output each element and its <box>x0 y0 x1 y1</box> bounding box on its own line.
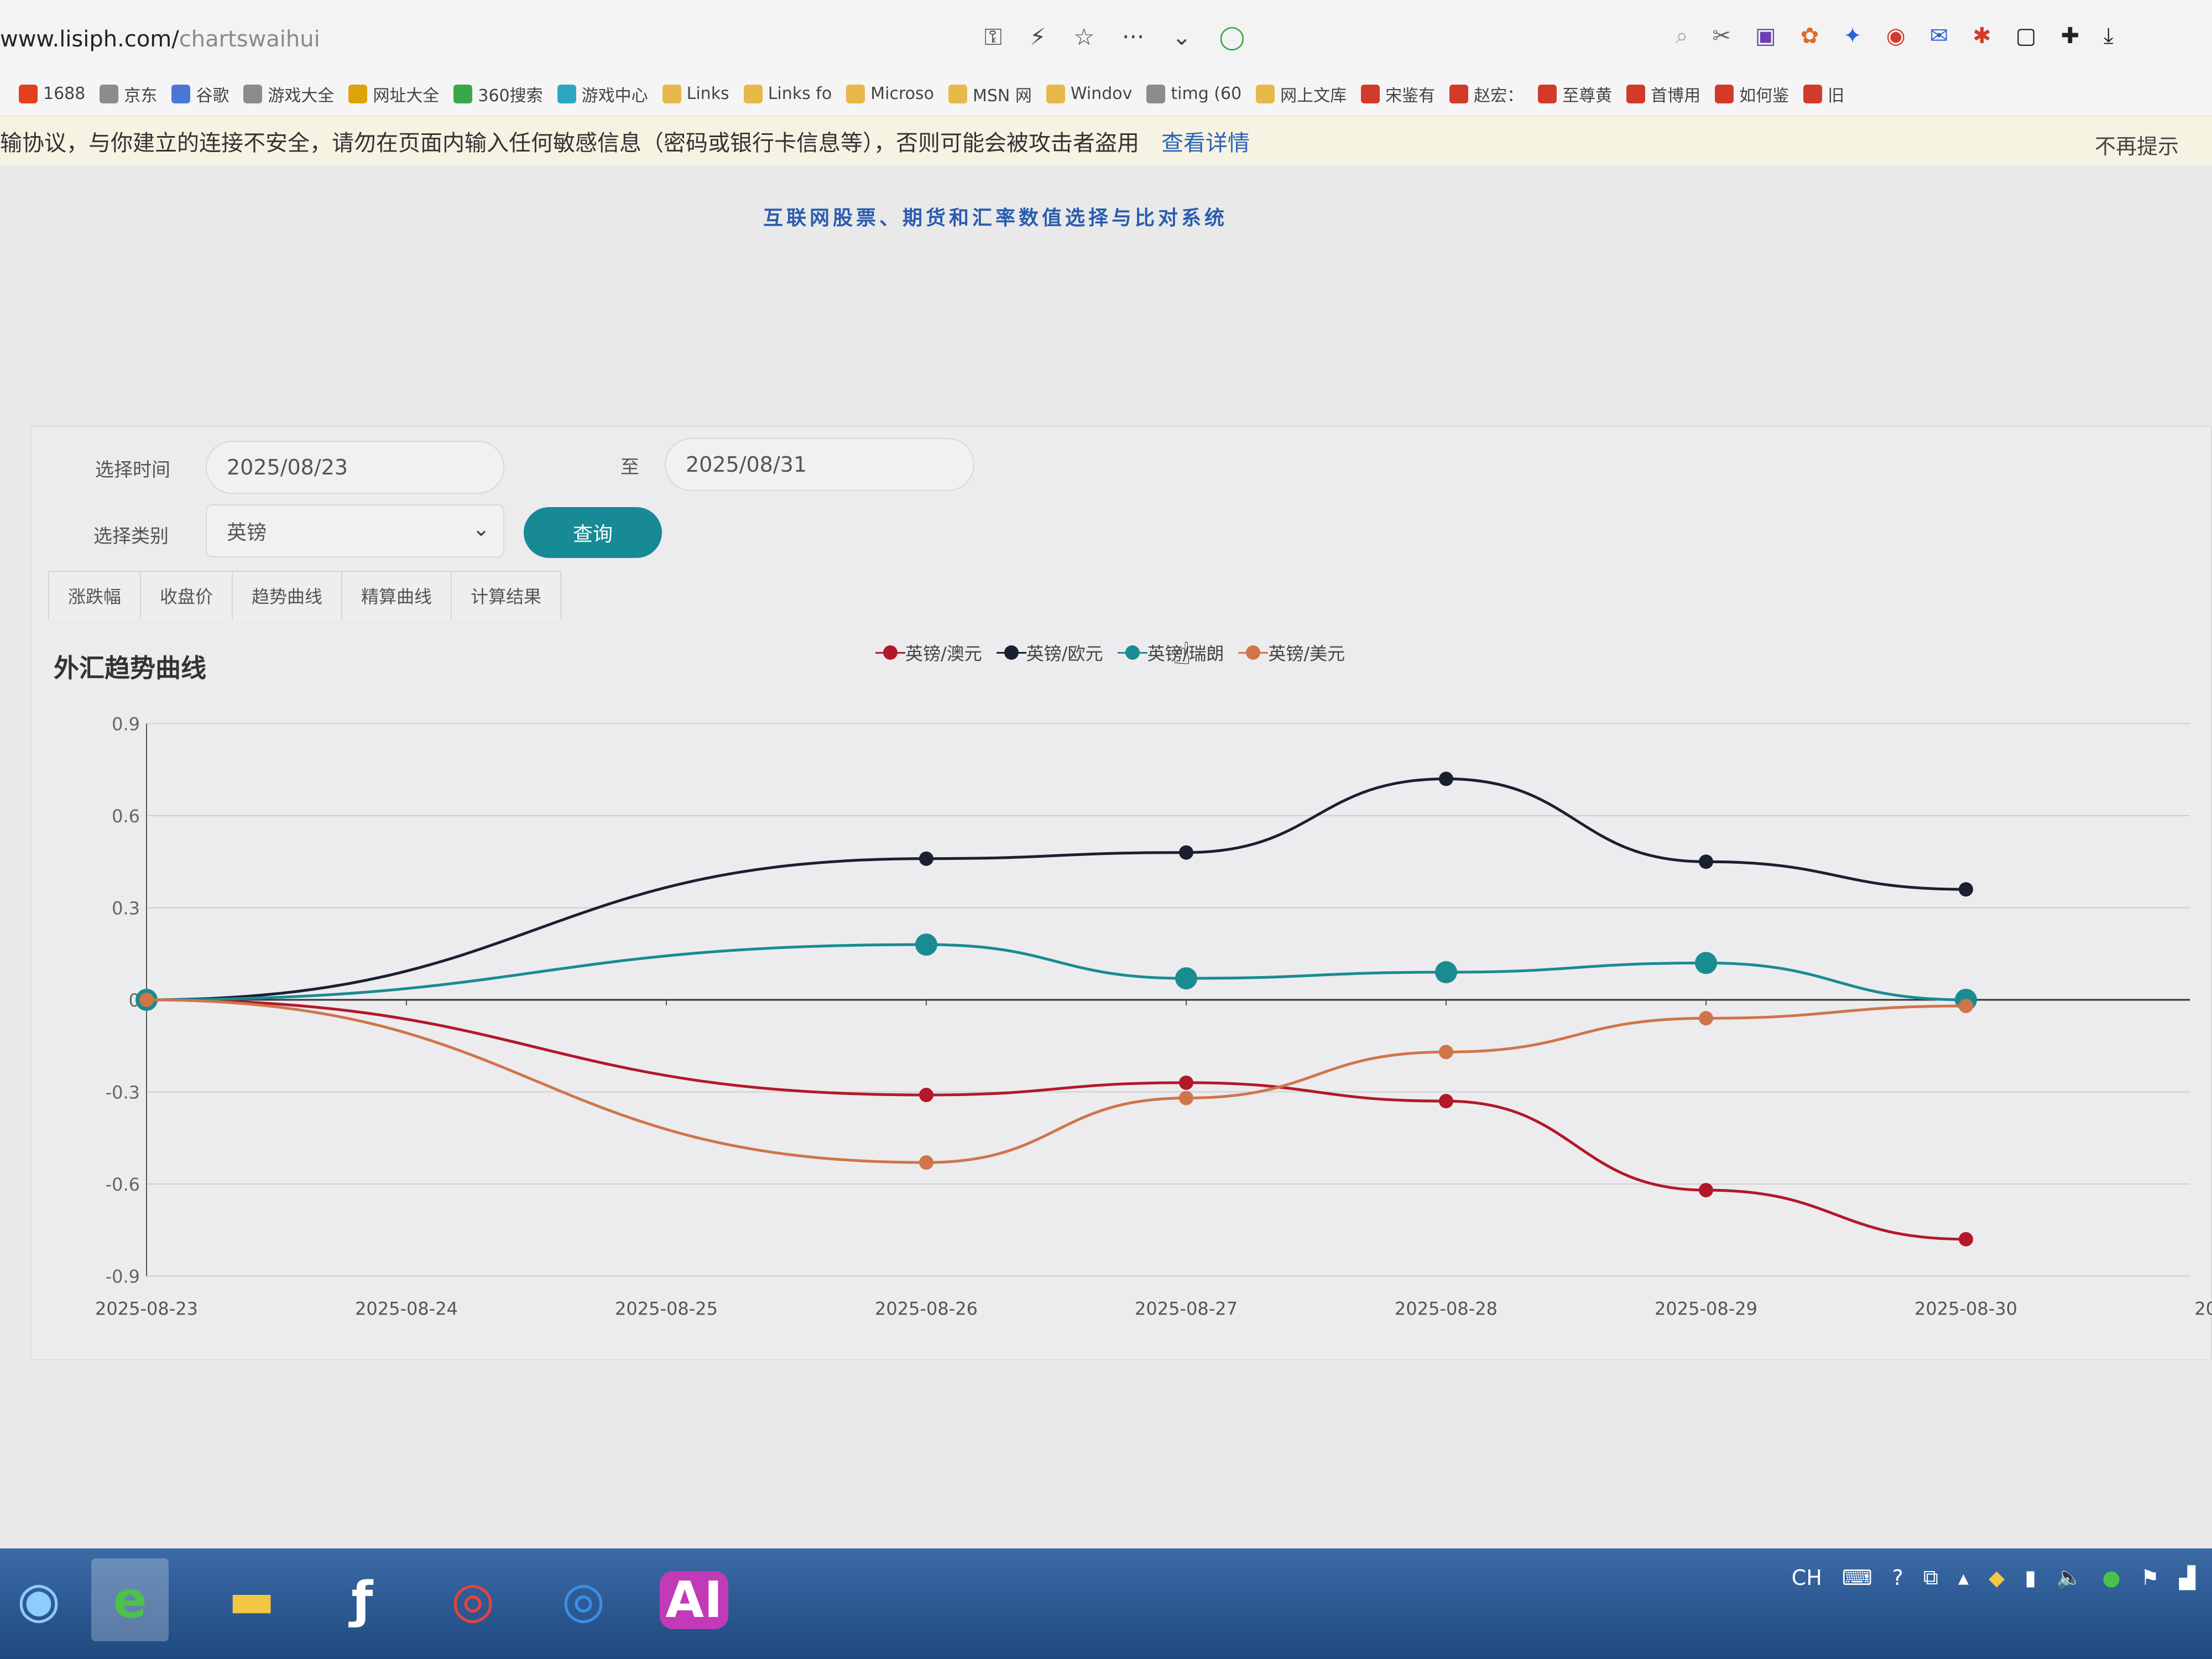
data-point <box>1439 771 1453 786</box>
x-tick-label: 2025-08-26 <box>875 1298 978 1319</box>
help-icon[interactable]: ? <box>1892 1566 1903 1590</box>
data-point <box>1179 1075 1193 1090</box>
chrome-icon[interactable]: ◎ <box>434 1558 512 1641</box>
battery-icon[interactable]: ▮ <box>2025 1566 2036 1590</box>
x-tick-label: 2025-08-27 <box>1135 1298 1238 1319</box>
hand-cursor-icon: ☝ <box>1172 636 1192 672</box>
series-line <box>146 777 1966 1001</box>
data-point <box>919 1088 933 1103</box>
data-point <box>919 851 933 866</box>
window-icon[interactable]: ⧉ <box>1923 1565 1938 1590</box>
data-point <box>1175 967 1197 990</box>
data-point <box>1179 1091 1193 1105</box>
x-tick-label: 2025-08-24 <box>355 1298 458 1319</box>
x-tick-label: 2025-08-28 <box>1395 1298 1498 1319</box>
globe-icon[interactable]: ● <box>2103 1566 2121 1590</box>
system-tray: CH ⌨ ? ⧉ ▴ ◆ ▮ 🔈 ● ⚑ ▟ <box>1792 1565 2195 1590</box>
x-tick-label: 2025-08-30 <box>1914 1298 2017 1319</box>
data-point <box>1699 1183 1713 1198</box>
ai-app-icon[interactable]: AI <box>655 1558 733 1641</box>
series-line <box>146 943 1966 1001</box>
y-tick-label: 0.3 <box>112 898 140 919</box>
ie-browser-icon[interactable]: e <box>91 1558 169 1641</box>
data-point <box>1699 854 1713 869</box>
keyboard-icon[interactable]: ⌨ <box>1842 1566 1872 1590</box>
flag-icon[interactable]: ⚑ <box>2141 1566 2159 1590</box>
data-point <box>919 1155 933 1170</box>
data-point <box>1435 961 1457 984</box>
trend-chart: 0.90.60.30-0.3-0.6-0.92025-08-23 2025-08-… <box>95 714 2212 1319</box>
x-tick-label: 2025-08-25 <box>615 1298 718 1319</box>
data-point <box>1959 882 1973 897</box>
x-tick-label: 2025-0 <box>2194 1298 2212 1319</box>
data-point <box>1959 1232 1973 1246</box>
volume-icon[interactable]: 🔈 <box>2056 1565 2082 1590</box>
data-point <box>1959 999 1973 1014</box>
data-point <box>139 993 154 1007</box>
language-indicator[interactable]: CH <box>1792 1566 1822 1590</box>
x-tick-label: 2025-08-29 <box>1655 1298 1757 1319</box>
y-tick-label: -0.3 <box>106 1082 140 1103</box>
flash-app-icon[interactable]: ƒ <box>324 1558 401 1641</box>
y-tick-label: -0.6 <box>106 1174 140 1195</box>
series-line <box>146 998 1966 1164</box>
data-point <box>1695 952 1717 974</box>
data-point <box>1179 845 1193 860</box>
data-point <box>1439 1094 1453 1109</box>
y-tick-label: 0.9 <box>112 714 140 735</box>
y-tick-label: 0.6 <box>112 806 140 827</box>
data-point <box>915 933 937 956</box>
chevron-up-icon[interactable]: ▴ <box>1958 1566 1969 1590</box>
data-point <box>1439 1045 1453 1060</box>
taskbar: ◉ e ▬ ƒ ◎ ◎ AI CH ⌨ ? ⧉ ▴ ◆ ▮ 🔈 ● ⚑ ▟ <box>0 1548 2212 1659</box>
start-orb-icon[interactable]: ◉ <box>0 1558 77 1641</box>
signal-icon[interactable]: ▟ <box>2179 1566 2195 1590</box>
file-explorer-icon[interactable]: ▬ <box>213 1558 290 1641</box>
chrome-icon-2[interactable]: ◎ <box>545 1558 622 1641</box>
y-tick-label: -0.9 <box>106 1266 140 1287</box>
data-point <box>1699 1011 1713 1026</box>
x-tick-label: 2025-08-23 <box>95 1298 198 1319</box>
network-icon[interactable]: ◆ <box>1989 1566 2005 1590</box>
